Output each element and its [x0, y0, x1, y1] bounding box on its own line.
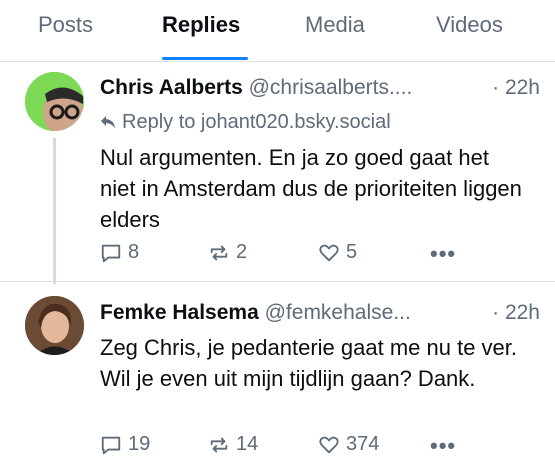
- active-tab-indicator: [162, 57, 248, 60]
- reply-button[interactable]: 19: [100, 433, 150, 456]
- author-name[interactable]: Femke Halsema: [100, 301, 259, 324]
- heart-icon: [319, 244, 339, 261]
- like-button[interactable]: 374: [318, 433, 379, 456]
- repost-button[interactable]: 14: [208, 433, 258, 456]
- more-dots-icon: •••: [430, 433, 457, 458]
- avatar[interactable]: [25, 72, 84, 131]
- repost-icon: [210, 437, 228, 452]
- post-header: Femke Halsema @femkehalse... · 22h: [100, 301, 540, 325]
- reply-to-label: Reply to johant020.bsky.social: [122, 111, 391, 133]
- comment-icon: [101, 436, 121, 454]
- post-header: Chris Aalberts @chrisaalberts.... · 22h: [100, 76, 540, 100]
- post-time[interactable]: · 22h: [492, 76, 540, 100]
- more-options-button[interactable]: •••: [430, 433, 456, 459]
- author-handle[interactable]: @femkehalse...: [265, 301, 411, 324]
- repost-icon: [210, 245, 228, 260]
- like-count: 374: [346, 433, 380, 455]
- post-text: Zeg Chris, je pedanterie gaat me nu te v…: [100, 335, 518, 391]
- post-time[interactable]: · 22h: [492, 301, 540, 325]
- reply-button[interactable]: 8: [100, 241, 139, 264]
- reply-post[interactable]: Femke Halsema @femkehalse... · 22h Zeg C…: [0, 283, 555, 476]
- more-dots-icon: •••: [430, 241, 457, 266]
- repost-count: 14: [236, 433, 259, 455]
- heart-icon: [319, 436, 339, 453]
- reply-post[interactable]: Chris Aalberts @chrisaalberts.... · 22h …: [0, 62, 555, 284]
- tab-media[interactable]: Media: [305, 12, 365, 38]
- profile-tabs: Posts Replies Media Videos: [0, 0, 555, 62]
- post-actions: 8 2 5 •••: [100, 241, 540, 271]
- tab-replies[interactable]: Replies: [162, 12, 240, 38]
- repost-count: 2: [236, 241, 248, 263]
- tab-videos[interactable]: Videos: [436, 12, 503, 38]
- more-options-button[interactable]: •••: [430, 241, 456, 267]
- post-text: Nul argumenten. En ja zo goed gaat het n…: [100, 145, 522, 232]
- avatar[interactable]: [25, 296, 84, 355]
- post-actions: 19 14 374 •••: [100, 433, 540, 463]
- reply-count: 8: [128, 241, 140, 263]
- author-name[interactable]: Chris Aalberts: [100, 76, 243, 99]
- like-button[interactable]: 5: [318, 241, 357, 264]
- reply-arrow-icon: [101, 116, 115, 128]
- tab-posts[interactable]: Posts: [38, 12, 93, 38]
- reply-count: 19: [128, 433, 151, 455]
- author-handle[interactable]: @chrisaalberts....: [249, 76, 413, 99]
- comment-icon: [101, 244, 121, 262]
- repost-button[interactable]: 2: [208, 241, 247, 264]
- thread-line: [53, 138, 56, 284]
- reply-to-link[interactable]: Reply to johant020.bsky.social: [100, 111, 391, 134]
- like-count: 5: [346, 241, 358, 263]
